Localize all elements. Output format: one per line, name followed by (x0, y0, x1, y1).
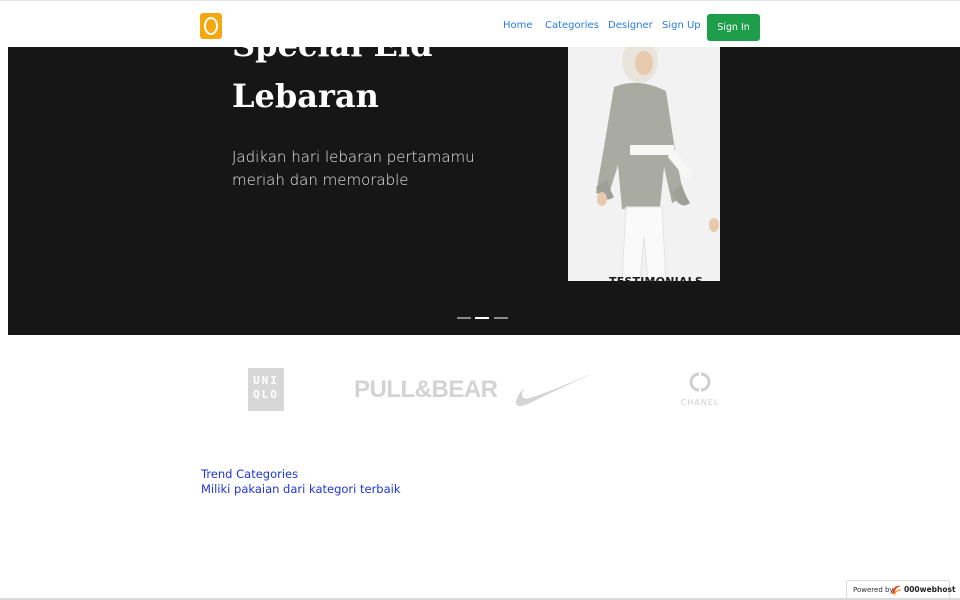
logo[interactable] (200, 13, 222, 39)
uniqlo-logo: UNI QLO (248, 368, 284, 411)
logo-ring-icon (204, 17, 218, 35)
pullbear-logo: PULL&BEAR (354, 376, 498, 403)
webhost-swirl-icon (892, 585, 902, 596)
hero-subtitle-line1: Jadikan hari lebaran pertamamu (232, 148, 475, 166)
nike-swoosh-icon (514, 368, 598, 412)
hero-title-line2: Lebaran (232, 77, 379, 115)
carousel-indicator-1[interactable] (457, 317, 471, 319)
testimonials-label: TESTIMONIALS (609, 275, 703, 288)
trend-categories-subtitle: Miliki pakaian dari kategori terbaik (201, 482, 401, 496)
navbar: Home Categories Designer Sign Up Sign In (0, 1, 960, 47)
chanel-wordmark: CHANEL (680, 398, 720, 407)
carousel-indicator-2[interactable] (475, 317, 489, 319)
powered-by-badge[interactable]: Powered by 000webhost (846, 580, 956, 599)
chanel-logo: CHANEL (678, 370, 722, 410)
uniqlo-logo-line2: QLO (253, 388, 279, 401)
nav-link-categories[interactable]: Categories (545, 20, 599, 31)
hero-carousel[interactable]: Special Eid Lebaran Jadikan hari lebaran… (8, 47, 960, 335)
nav-link-designer[interactable]: Designer (608, 20, 653, 31)
powered-by-label: Powered by (853, 586, 894, 594)
trend-categories-title: Trend Categories (201, 467, 299, 481)
webhost-brand: 000webhost (904, 585, 956, 594)
nav-link-signup[interactable]: Sign Up (662, 20, 701, 31)
carousel-indicator-3[interactable] (494, 317, 508, 319)
nav-link-home[interactable]: Home (503, 20, 533, 31)
chanel-cc-icon (689, 372, 711, 392)
hero-title-line1: Special Eid (232, 47, 432, 65)
hero-subtitle-line2: meriah dan memorable (232, 171, 409, 189)
product-model-image (568, 47, 720, 281)
model-figure-icon (568, 47, 720, 281)
page: Home Categories Designer Sign Up Sign In… (0, 0, 960, 600)
uniqlo-logo-line1: UNI (253, 374, 279, 387)
signin-button[interactable]: Sign In (707, 14, 760, 41)
